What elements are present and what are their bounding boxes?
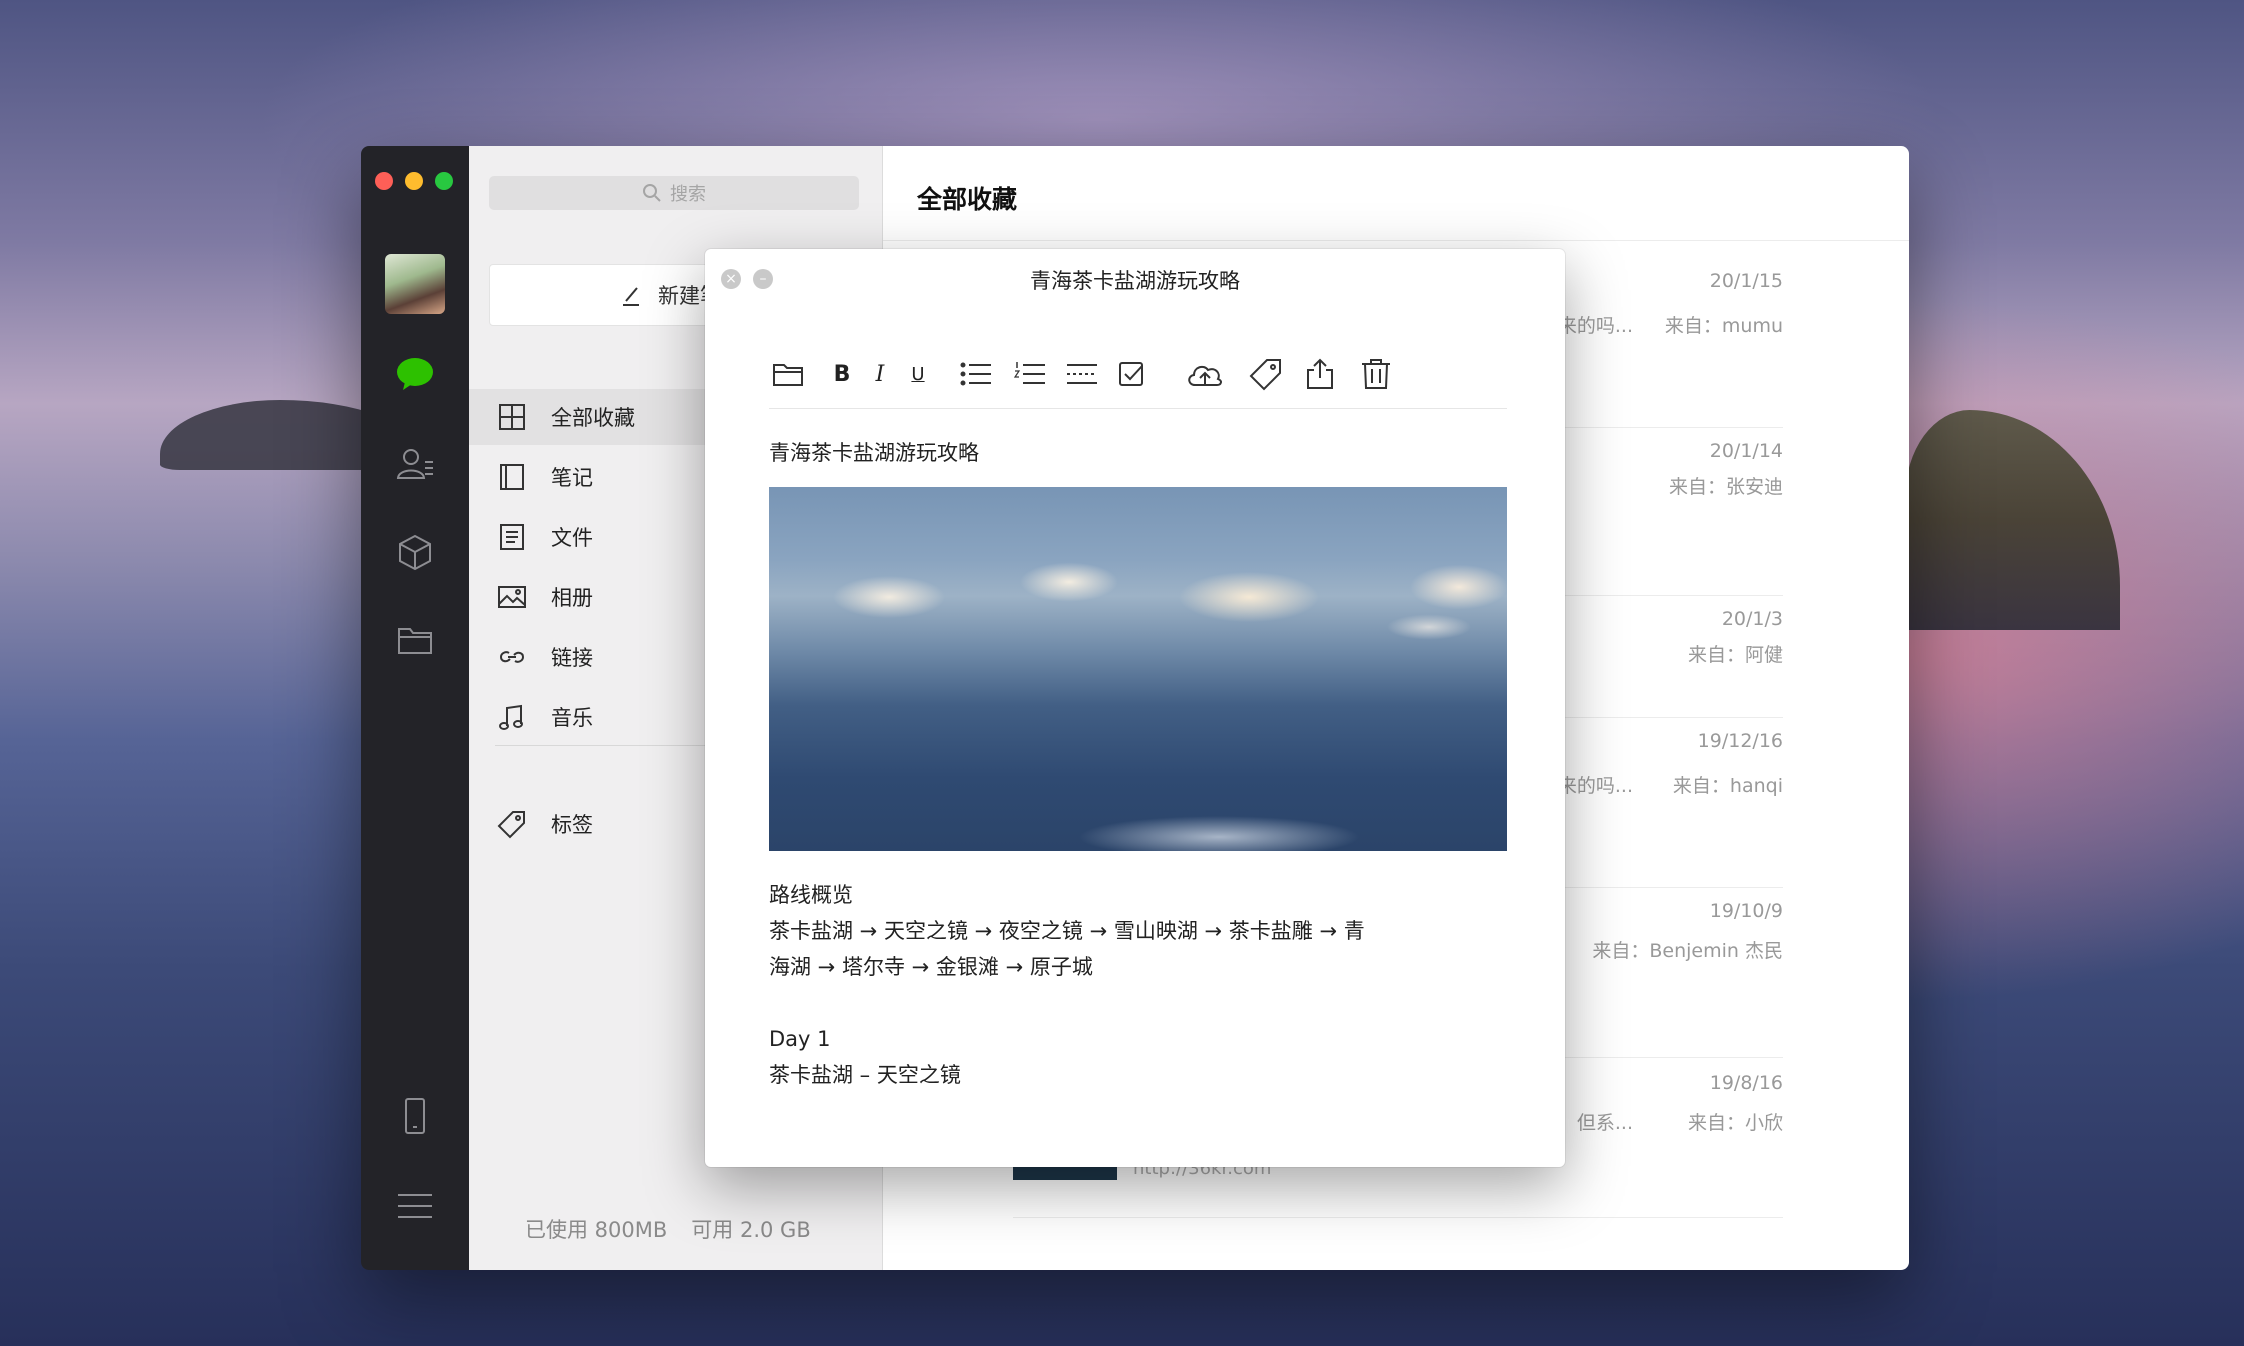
- underline-button[interactable]: U: [899, 355, 937, 393]
- document-icon: [500, 524, 524, 550]
- row-source: 来自：小欣: [1687, 1112, 1783, 1134]
- cube-icon[interactable]: [395, 532, 435, 572]
- divider-icon: [1067, 364, 1097, 384]
- minimize-window-button[interactable]: [405, 172, 423, 190]
- search-placeholder: 搜索: [670, 184, 706, 205]
- note-body[interactable]: 路线概览 茶卡盐湖 → 天空之镜 → 夜空之镜 → 雪山映湖 → 茶卡盐雕 → …: [769, 877, 1469, 1093]
- row-snippet: 来的吗...: [1557, 315, 1633, 337]
- folder-icon[interactable]: [395, 620, 435, 660]
- note-toolbar: B I U: [769, 349, 1507, 409]
- row-source: 来自：张安迪: [1668, 476, 1783, 498]
- search-input[interactable]: 搜索: [489, 176, 859, 210]
- window-controls: [375, 172, 453, 190]
- route-line: 海湖 → 塔尔寺 → 金银滩 → 原子城: [769, 955, 1093, 979]
- close-window-button[interactable]: [375, 172, 393, 190]
- row-date: 20/1/15: [1709, 270, 1783, 292]
- tag-icon: [497, 811, 525, 839]
- bullet-list-button[interactable]: [957, 355, 995, 393]
- open-folder-button[interactable]: [769, 355, 807, 393]
- pen-icon: [623, 287, 639, 306]
- row-snippet: 但系...: [1576, 1112, 1633, 1134]
- checkbox-icon: [1119, 362, 1143, 386]
- background-island-right: [1905, 410, 2120, 630]
- sidebar-item-label: 全部收藏: [551, 406, 635, 430]
- note-photo[interactable]: [769, 487, 1507, 851]
- checkbox-button[interactable]: [1113, 355, 1151, 393]
- upload-button[interactable]: [1183, 355, 1227, 393]
- maximize-window-button[interactable]: [435, 172, 453, 190]
- contacts-icon[interactable]: [395, 444, 435, 484]
- phone-icon[interactable]: [395, 1096, 435, 1136]
- notebook-icon: [500, 464, 524, 490]
- cloud-upload-icon: [1188, 365, 1222, 386]
- row-source: 来自：阿健: [1687, 644, 1783, 666]
- delete-button[interactable]: [1357, 355, 1395, 393]
- sidebar-item-label: 标签: [551, 813, 593, 837]
- row-date: 19/8/16: [1709, 1072, 1783, 1094]
- tag-button[interactable]: [1247, 355, 1285, 393]
- bullet-list-icon: [960, 362, 991, 386]
- route-title: 路线概览: [769, 883, 853, 907]
- nav-rail: [361, 146, 469, 1270]
- sidebar-item-label: 链接: [551, 646, 593, 670]
- trash-icon: [1362, 359, 1390, 389]
- row-snippet: 来的吗...: [1557, 775, 1633, 797]
- row-date: 20/1/3: [1721, 608, 1783, 630]
- row-date: 20/1/14: [1709, 440, 1783, 462]
- storage-info: 已使用 800MB 可用 2.0 GB: [525, 1214, 811, 1244]
- menu-icon[interactable]: [395, 1186, 435, 1226]
- sidebar-item-label: 笔记: [551, 466, 593, 490]
- day-line: 茶卡盐湖 – 天空之镜: [769, 1063, 961, 1087]
- header-divider: [883, 240, 1909, 241]
- note-heading[interactable]: 青海茶卡盐湖游玩攻略: [769, 437, 979, 467]
- italic-button[interactable]: I: [861, 355, 899, 393]
- row-date: 19/10/9: [1709, 900, 1783, 922]
- route-line: 茶卡盐湖 → 天空之镜 → 夜空之镜 → 雪山映湖 → 茶卡盐雕 → 青: [769, 919, 1365, 943]
- share-button[interactable]: [1301, 355, 1339, 393]
- search-icon: [643, 184, 661, 202]
- row-divider: [1013, 1217, 1783, 1218]
- music-note-icon: [499, 704, 523, 730]
- folder-icon: [773, 364, 803, 386]
- avatar[interactable]: [385, 254, 445, 314]
- numbered-list-button[interactable]: [1011, 355, 1049, 393]
- image-icon: [498, 586, 526, 608]
- page-title: 全部收藏: [917, 185, 1018, 214]
- tag-icon: [1249, 359, 1281, 391]
- row-source: 来自：Benjemin 杰民: [1592, 940, 1783, 962]
- note-editor-window: × – 青海茶卡盐湖游玩攻略 B I U 青海茶卡盐湖游玩攻略 路线概览 茶卡盐…: [705, 249, 1565, 1167]
- sidebar-item-label: 相册: [551, 586, 593, 610]
- divider-button[interactable]: [1063, 355, 1101, 393]
- storage-used: 已使用 800MB: [525, 1218, 668, 1242]
- row-date: 19/12/16: [1697, 730, 1783, 752]
- row-source: 来自：mumu: [1664, 315, 1783, 337]
- grid-icon: [499, 404, 525, 430]
- sidebar-item-label: 音乐: [551, 706, 593, 730]
- note-window-title: 青海茶卡盐湖游玩攻略: [1030, 269, 1240, 293]
- sidebar-item-label: 文件: [551, 526, 593, 550]
- share-icon: [1307, 358, 1333, 389]
- row-source: 来自：hanqi: [1672, 775, 1783, 797]
- chat-icon[interactable]: [395, 354, 435, 394]
- numbered-list-icon: [1013, 362, 1045, 384]
- day-title: Day 1: [769, 1027, 831, 1051]
- storage-available: 可用 2.0 GB: [691, 1218, 811, 1242]
- link-icon: [499, 651, 525, 663]
- bold-button[interactable]: B: [823, 355, 861, 393]
